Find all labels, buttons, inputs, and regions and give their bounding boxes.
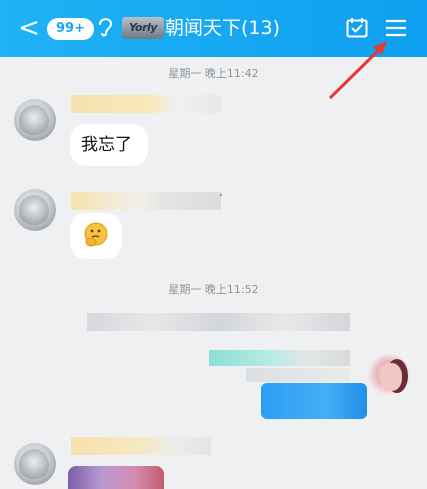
thinking-face-emoji <box>84 222 108 247</box>
divider-dot <box>220 194 222 196</box>
message-text: 我忘了 <box>81 135 132 155</box>
my-message-blurred <box>246 368 350 382</box>
system-notice-blurred <box>87 313 350 331</box>
sender-name-blurred <box>71 192 221 210</box>
my-message-bubble[interactable] <box>261 383 367 419</box>
group-logo: Yorly <box>122 17 164 39</box>
message-bubble[interactable]: 我忘了 <box>70 124 148 166</box>
my-avatar[interactable] <box>367 354 411 398</box>
my-name-blurred <box>209 350 350 366</box>
unread-badge[interactable]: 99+ <box>47 18 94 40</box>
back-button[interactable]: < <box>18 14 44 42</box>
ear-icon[interactable] <box>97 14 117 42</box>
sender-name-blurred <box>71 437 211 455</box>
group-title[interactable]: 朝闻天下(13) <box>165 15 280 41</box>
avatar[interactable] <box>14 189 56 231</box>
avatar[interactable] <box>14 99 56 141</box>
sender-name-blurred <box>71 95 221 113</box>
avatar[interactable] <box>14 443 56 485</box>
emoji-message-bubble[interactable] <box>70 213 122 259</box>
timestamp: 星期一 晚上11:52 <box>168 283 259 296</box>
calendar-check-icon[interactable] <box>346 17 368 39</box>
image-message[interactable] <box>68 466 164 489</box>
timestamp: 星期一 晚上11:42 <box>168 67 259 80</box>
menu-icon[interactable] <box>385 17 407 39</box>
